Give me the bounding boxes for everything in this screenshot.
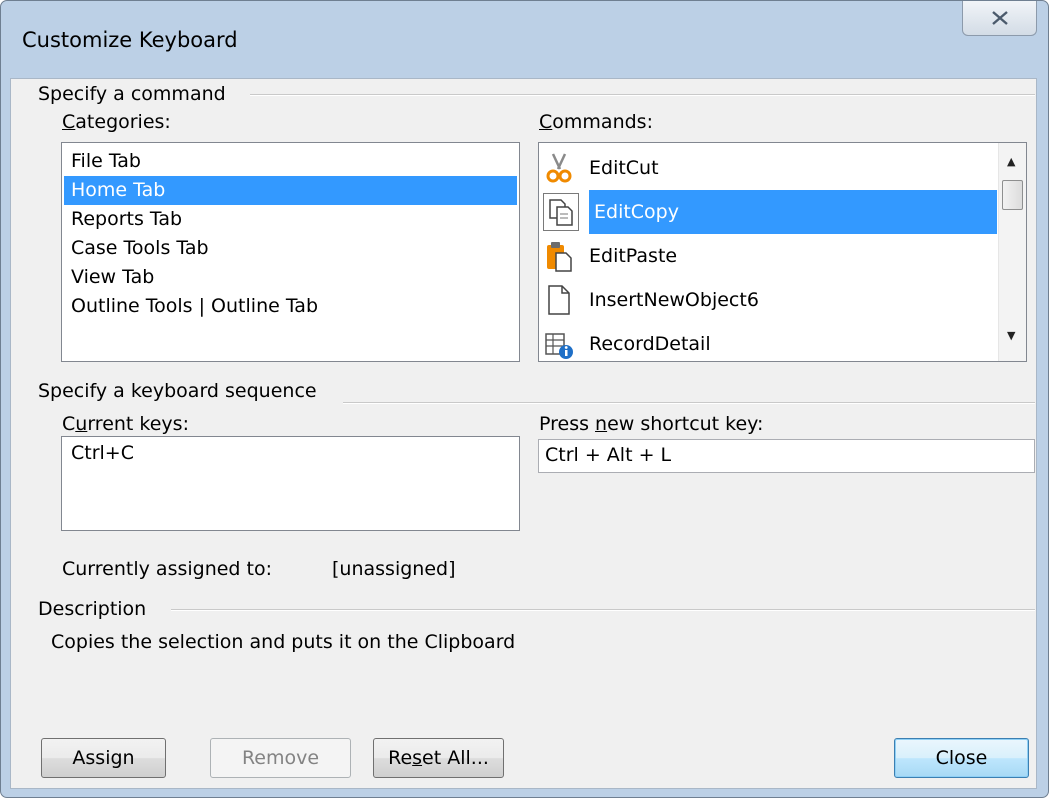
current-keys-label-mnemonic: u [75, 413, 88, 435]
categories-label-mnemonic: C [62, 111, 76, 133]
keyboard-sequence-group-label: Specify a keyboard sequence [38, 380, 319, 402]
close-icon [992, 11, 1008, 25]
command-item-editcopy[interactable]: EditCopy [541, 190, 1000, 234]
commands-label: Commands: [539, 111, 653, 133]
new-document-icon [548, 285, 570, 315]
reset-all-label-mnemonic: s [412, 747, 423, 769]
currently-assigned-label: Currently assigned to: [62, 558, 273, 580]
copy-icon [543, 193, 579, 231]
scissors-icon [546, 153, 572, 183]
category-item-reports-tab[interactable]: Reports Tab [68, 205, 185, 234]
new-shortcut-label-rest: ew shortcut key: [607, 413, 764, 435]
reset-all-label-a: Re [388, 747, 413, 769]
description-text: Copies the selection and puts it on the … [51, 631, 516, 653]
command-item-editcut[interactable]: EditCut [541, 146, 1000, 190]
category-item-case-tools-tab[interactable]: Case Tools Tab [68, 234, 212, 263]
current-keys-label: Current keys: [62, 413, 189, 435]
categories-label: Categories: [62, 111, 171, 133]
new-shortcut-input[interactable]: Ctrl + Alt + L [538, 439, 1035, 473]
command-item-label: EditCopy [589, 190, 997, 234]
reset-all-label-rest: et All... [422, 747, 489, 769]
scroll-up-icon[interactable]: ▲ [1007, 155, 1015, 168]
record-detail-icon [545, 333, 573, 359]
dialog-body: Specify a command Categories: File Tab H… [10, 78, 1037, 789]
reset-all-button[interactable]: Reset All... [373, 738, 504, 778]
current-keys-label-a: C [62, 413, 76, 435]
commands-listbox[interactable]: EditCut EditCopy EditPaste InsertNewObje… [538, 142, 1027, 362]
categories-listbox[interactable]: File Tab Home Tab Reports Tab Case Tools… [61, 142, 520, 362]
categories-label-rest: ategories: [75, 111, 171, 133]
command-item-label: RecordDetail [589, 333, 711, 355]
customize-keyboard-dialog: Customize Keyboard Specify a command Cat… [0, 0, 1049, 798]
paste-icon [547, 242, 572, 272]
category-item-outline-tab[interactable]: Outline Tools | Outline Tab [68, 292, 321, 321]
remove-button[interactable]: Remove [210, 738, 351, 778]
scroll-thumb[interactable] [1002, 180, 1023, 210]
window-close-button[interactable] [962, 1, 1037, 36]
command-item-recorddetail[interactable]: RecordDetail [541, 322, 1000, 361]
category-item-file-tab[interactable]: File Tab [68, 147, 144, 176]
current-keys-listbox[interactable]: Ctrl+C [61, 436, 520, 531]
category-item-home-tab[interactable]: Home Tab [64, 176, 517, 205]
currently-assigned-value: [unassigned] [332, 558, 456, 580]
commands-label-mnemonic: C [539, 111, 553, 133]
command-item-label: InsertNewObject6 [589, 289, 759, 311]
current-keys-label-rest: rrent keys: [87, 413, 189, 435]
command-item-insertnewobject6[interactable]: InsertNewObject6 [541, 278, 1000, 322]
assign-button[interactable]: Assign [41, 738, 166, 778]
group-divider [343, 402, 1035, 404]
current-key-item[interactable]: Ctrl+C [68, 439, 137, 468]
category-item-view-tab[interactable]: View Tab [68, 263, 157, 292]
dialog-title: Customize Keyboard [22, 28, 238, 52]
command-item-label: EditPaste [589, 245, 678, 267]
command-item-editpaste[interactable]: EditPaste [541, 234, 1000, 278]
new-shortcut-label-mnemonic: n [595, 413, 608, 435]
title-bar: Customize Keyboard [1, 1, 1048, 79]
scroll-down-icon[interactable]: ▼ [1007, 329, 1015, 342]
commands-label-rest: ommands: [552, 111, 653, 133]
group-divider [250, 94, 1035, 96]
specify-command-group-label: Specify a command [38, 83, 228, 105]
description-group-label: Description [38, 598, 149, 620]
close-button[interactable]: Close [894, 738, 1029, 778]
commands-scrollbar[interactable]: ▲ ▼ [998, 143, 1026, 361]
command-item-label: EditCut [589, 157, 659, 179]
group-divider [171, 609, 1035, 611]
new-shortcut-label-a: Press [539, 413, 596, 435]
new-shortcut-label: Press new shortcut key: [539, 413, 763, 435]
